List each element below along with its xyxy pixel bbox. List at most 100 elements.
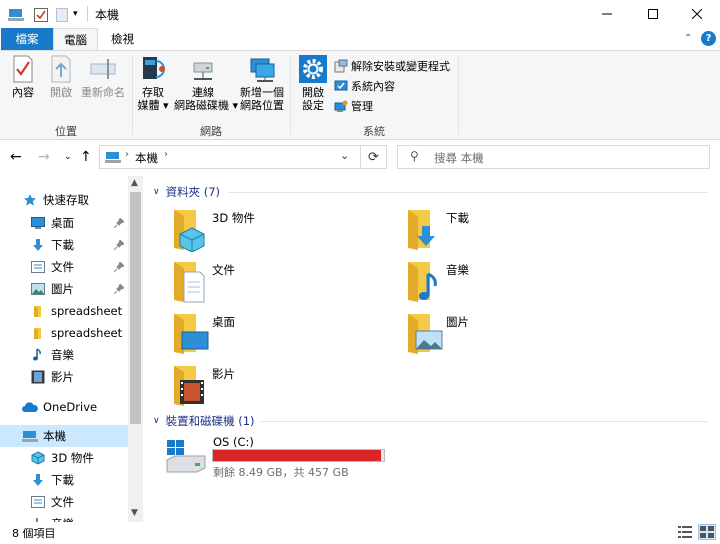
tab-view[interactable]: 檢視 (100, 28, 145, 50)
folder-3d-objects[interactable]: 3D 物件 (170, 208, 370, 256)
sidebar-item-videos[interactable]: 影片 (30, 366, 128, 388)
maximize-button[interactable] (630, 0, 676, 28)
sidebar-item-3d-objects[interactable]: 3D 物件 (30, 447, 128, 469)
minimize-button[interactable] (584, 0, 630, 28)
details-view-icon[interactable] (678, 526, 692, 541)
folder-label: 文件 (212, 263, 235, 277)
sidebar-item-spreadsheet[interactable]: spreadsheet (30, 322, 128, 344)
sidebar-quick-access[interactable]: 快速存取 (22, 189, 143, 211)
folder-label: 影片 (212, 367, 235, 381)
address-dropdown-icon[interactable]: ⌄ (340, 149, 349, 162)
sidebar-item-label: 3D 物件 (51, 451, 94, 465)
devices-header-text: 裝置和磁碟機 (1) (165, 414, 255, 428)
close-button[interactable] (674, 0, 720, 28)
sidebar-item-downloads[interactable]: 下載 (30, 234, 128, 256)
sidebar-onedrive[interactable]: OneDrive (22, 396, 143, 418)
tab-file[interactable]: 檔案 (1, 28, 53, 50)
picture-icon (30, 281, 46, 297)
picture-folder-icon (408, 314, 443, 354)
folders-group-header[interactable]: ∨ 資料夾 (7) (153, 184, 220, 200)
sidebar-item-desktop[interactable]: 桌面 (30, 212, 128, 234)
sidebar-item-label: 文件 (51, 495, 74, 509)
back-arrow-icon[interactable]: ← (10, 149, 22, 165)
new-folder-quick-icon[interactable] (56, 8, 68, 25)
recent-locations-icon[interactable]: ⌄ (64, 152, 72, 162)
pin-icon[interactable] (113, 261, 125, 275)
sidebar-item-pictures[interactable]: 圖片 (30, 278, 128, 300)
video-folder-icon (174, 366, 204, 406)
collapse-chevron-icon[interactable]: ∨ (153, 416, 160, 426)
system-properties-button[interactable]: 系統內容 (334, 77, 395, 95)
scrollbar-thumb[interactable] (130, 192, 141, 424)
system-group-label: 系統 (363, 125, 385, 138)
this-pc-icon (22, 428, 38, 444)
up-arrow-icon[interactable]: ↑ (80, 149, 92, 165)
tab-computer[interactable]: 電腦 (53, 28, 98, 50)
forward-arrow-icon[interactable]: → (38, 149, 50, 165)
map-drive-label-2: 網路磁碟機 ▾ (174, 99, 239, 112)
system-properties-icon (334, 80, 348, 91)
folders-header-text: 資料夾 (7) (165, 185, 221, 199)
navigation-bar: ← → ⌄ ↑ › 本機 › ⌄ ⟳ ⚲ 搜尋 本機 (0, 140, 720, 174)
this-pc-label: 本機 (43, 429, 66, 443)
location-group-label: 位置 (55, 125, 77, 138)
breadcrumb-chevron-icon[interactable]: › (164, 149, 168, 160)
sidebar-scrollbar[interactable]: ▲ ▼ (128, 176, 143, 522)
cube-icon (30, 450, 46, 466)
sidebar-item-pc-documents[interactable]: 文件 (30, 491, 128, 513)
music-folder-icon (408, 262, 437, 302)
search-input[interactable]: 搜尋 本機 (434, 150, 484, 166)
sidebar-item-label: 文件 (51, 260, 74, 274)
sidebar-item-documents[interactable]: 文件 (30, 256, 128, 278)
folder-desktop[interactable]: 桌面 (170, 312, 370, 360)
drive-usage-bar (212, 449, 385, 462)
ribbon: 內容 開啟 重新命名 位置 存取 媒體 ▾ 連線 網路磁碟機 ▾ 新增一個 網路… (0, 50, 720, 140)
collapse-ribbon-icon[interactable]: ⌃ (684, 33, 692, 44)
open-settings-button[interactable]: 開啟 設定 (295, 55, 331, 112)
manage-button[interactable]: 管理 (334, 97, 373, 115)
ribbon-tabs: 檔案 電腦 檢視 ⌃ ? (0, 28, 720, 50)
sidebar-this-pc[interactable]: 本機 (0, 425, 128, 447)
scroll-down-icon[interactable]: ▼ (131, 508, 138, 518)
rename-button[interactable]: 重新命名 (78, 55, 128, 99)
sidebar-item-spreadsheet[interactable]: spreadsheet (30, 300, 128, 322)
help-icon[interactable]: ? (701, 31, 716, 46)
refresh-button[interactable]: ⟳ (361, 145, 387, 169)
sidebar-item-pc-music[interactable]: 音樂 (30, 513, 128, 522)
open-button[interactable]: 開啟 (44, 55, 78, 99)
drive-c[interactable]: OS (C:) 剩餘 8.49 GB，共 457 GB (165, 434, 395, 480)
collapse-chevron-icon[interactable]: ∨ (153, 187, 160, 197)
search-box[interactable]: ⚲ 搜尋 本機 (397, 145, 710, 169)
address-bar[interactable]: › 本機 › ⌄ (99, 145, 361, 169)
folder-icon (30, 325, 46, 341)
access-media-button[interactable]: 存取 媒體 ▾ (134, 55, 172, 112)
properties-button[interactable]: 內容 (6, 55, 40, 99)
uninstall-program-button[interactable]: 解除安裝或變更程式 (334, 57, 450, 75)
map-network-drive-button[interactable]: 連線 網路磁碟機 ▾ (174, 55, 239, 112)
devices-group-header[interactable]: ∨ 裝置和磁碟機 (1) (153, 413, 255, 429)
folder-downloads[interactable]: 下載 (404, 208, 604, 256)
network-drive-icon (193, 62, 213, 80)
add-network-location-button[interactable]: 新增一個 網路位置 (236, 55, 288, 112)
folder-music[interactable]: 音樂 (404, 260, 604, 308)
folder-videos[interactable]: 影片 (170, 364, 370, 412)
pin-icon[interactable] (113, 283, 125, 297)
pin-icon[interactable] (113, 217, 125, 231)
map-drive-label-1: 連線 (192, 86, 214, 99)
breadcrumb-this-pc[interactable]: 本機 (135, 150, 158, 166)
sidebar-item-music[interactable]: 音樂 (30, 344, 128, 366)
customize-quick-access-icon[interactable]: ▾ (73, 9, 78, 19)
add-location-label-2: 網路位置 (240, 99, 284, 112)
settings-gear-icon (299, 55, 327, 83)
folder-documents[interactable]: 文件 (170, 260, 370, 308)
group-divider (261, 421, 708, 422)
sidebar-item-label: 下載 (51, 473, 74, 487)
properties-quick-icon[interactable] (34, 8, 48, 25)
scroll-up-icon[interactable]: ▲ (131, 178, 138, 188)
pin-icon[interactable] (113, 239, 125, 253)
uninstall-label: 解除安裝或變更程式 (351, 60, 450, 73)
sidebar-item-pc-downloads[interactable]: 下載 (30, 469, 128, 491)
folder-pictures[interactable]: 圖片 (404, 312, 604, 360)
large-icons-view-icon[interactable] (698, 524, 716, 540)
properties-icon (13, 55, 33, 83)
